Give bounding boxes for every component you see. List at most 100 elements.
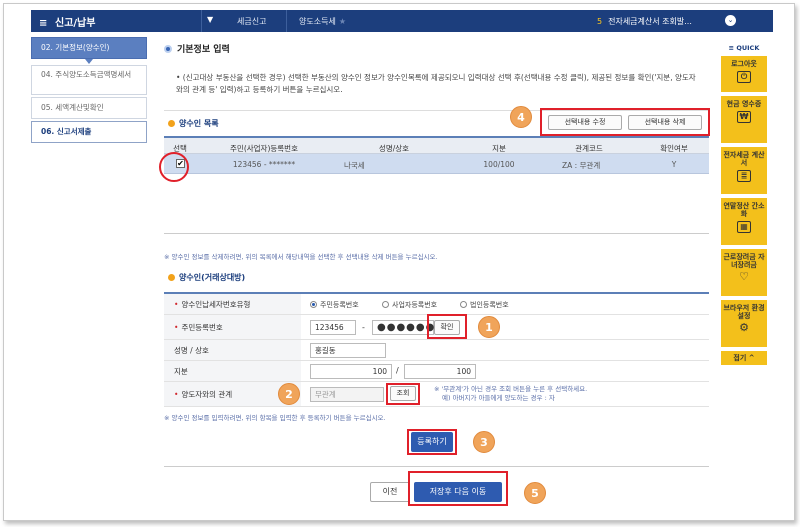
name-input[interactable]: 홍길동 <box>310 343 386 358</box>
notification-count: 5 <box>597 17 603 26</box>
quick-label: 근로장려금 자녀장려금 <box>723 253 765 269</box>
step-stock-transfer[interactable]: 04. 주식양도소득금액명세서 <box>31 65 147 95</box>
confirm-button[interactable]: 확인 <box>434 320 460 335</box>
row-resident-id: • 주민등록번호 123456 - ●●●●●●● 확인 1 <box>164 314 709 340</box>
quick-label: 연말정산 간소화 <box>723 202 765 218</box>
cell-id: 123456 - ******* <box>232 160 296 169</box>
quick-label: 전자세금 계산서 <box>723 151 765 167</box>
register-button[interactable]: 등록하기 <box>411 432 453 452</box>
step-submit[interactable]: 06. 신고서제출 <box>31 121 147 143</box>
annotation-badge-1: 1 <box>478 316 500 338</box>
annotation-badge-3: 3 <box>473 431 495 453</box>
save-next-button[interactable]: 저장후 다음 이동 <box>414 482 502 502</box>
row-name: 성명 / 상호 홍길동 <box>164 340 709 361</box>
step-basic-info[interactable]: 02. 기본정보(양수인) <box>31 37 147 59</box>
share-numerator-input[interactable]: 100 <box>310 364 392 379</box>
quick-incentive[interactable]: 근로장려금 자녀장려금 ♡ <box>721 249 767 296</box>
radio-label: 법인등록번호 <box>470 301 509 309</box>
quick-logout[interactable]: 로그아웃 ⏻ <box>721 56 767 92</box>
id-back-input[interactable]: ●●●●●●● <box>372 320 444 335</box>
annotation-badge-5: 5 <box>524 482 546 504</box>
cell-confirmed: Y <box>671 160 677 169</box>
section-bullet-icon <box>168 120 175 127</box>
window-frame: ≡ 신고/납부 ▼ 세금신고 양도소득세 ★ 5 전자세금계산서 조회발... ⌄ 0… <box>3 3 795 521</box>
notice-text: • (신고대상 부동산을 선택한 경우) 선택한 부동산의 양수인 정보가 양수… <box>176 73 696 94</box>
radio-selected-icon <box>310 301 317 308</box>
radio-corporate-id[interactable]: 법인등록번호 <box>460 300 509 310</box>
id-dash: - <box>362 323 365 332</box>
quick-browser-settings[interactable]: 브라우저 환경설정 ⚙ <box>721 300 767 347</box>
cell-name: 나국세 <box>344 161 365 170</box>
label-id-type: • 양수인납세자번호유형 <box>164 294 301 314</box>
relation-hint-line2: 예) 아버지가 아들에게 양도하는 경우 : 자 <box>442 394 555 402</box>
id-front-input[interactable]: 123456 <box>310 320 356 335</box>
delete-selected-button[interactable]: 선택내용 삭제 <box>628 115 702 130</box>
table-row[interactable]: ✔ 123456 - ******* 나국세 100/100 ZA : 무관계 … <box>164 154 709 174</box>
breadcrumb-tax-return[interactable]: 세금신고 <box>237 16 266 27</box>
logout-icon: ⏻ <box>737 71 751 83</box>
menu-button[interactable]: ≡ 신고/납부 <box>39 14 95 29</box>
step-navigation: 02. 기본정보(양수인) 04. 주식양도소득금액명세서 05. 세액계산및확… <box>31 37 147 145</box>
cell-relation: ZA : 무관계 <box>562 161 601 170</box>
quick-year-end[interactable]: 연말정산 간소화 ▦ <box>721 198 767 245</box>
quick-label: 로그아웃 <box>731 60 757 68</box>
page-title: 기본정보 입력 <box>164 42 230 55</box>
breadcrumb-label: 양도소득세 <box>299 17 336 26</box>
annotation-badge-2: 2 <box>278 383 300 405</box>
receipt-icon: ₩ <box>737 111 751 123</box>
chevron-down-icon[interactable]: ⌄ <box>725 15 736 26</box>
form-heading: 양수인(거래상대방) <box>168 272 245 283</box>
invoice-icon: ≣ <box>737 170 751 182</box>
label-text: 주민등록번호 <box>181 323 223 332</box>
highlight-circle <box>159 152 189 182</box>
hamburger-icon: ≡ <box>39 18 48 29</box>
step-arrow-icon <box>85 59 93 64</box>
col-share: 지분 <box>492 144 506 153</box>
row-id-type: • 양수인납세자번호유형 주민등록번호 사업자등록번호 법인등록번호 <box>164 294 709 315</box>
share-denominator-input[interactable]: 100 <box>404 364 476 379</box>
radio-icon <box>460 301 467 308</box>
radio-icon <box>382 301 389 308</box>
radio-business-id[interactable]: 사업자등록번호 <box>382 300 437 310</box>
quick-cash-receipt[interactable]: 현금 영수증 ₩ <box>721 96 767 143</box>
lookup-button[interactable]: 조회 <box>390 386 416 401</box>
list-heading: 양수인 목록 <box>168 118 219 129</box>
menu-label: 신고/납부 <box>55 18 96 29</box>
prev-button[interactable]: 이전 <box>370 482 410 502</box>
col-confirmed: 확인여부 <box>660 144 688 153</box>
share-slash: / <box>396 366 399 375</box>
radio-label: 주민등록번호 <box>320 301 359 309</box>
quick-e-invoice[interactable]: 전자세금 계산서 ≣ <box>721 147 767 194</box>
relation-input[interactable]: 무관계 <box>310 387 384 402</box>
notification-dropdown[interactable]: 5 전자세금계산서 조회발... ⌄ <box>597 15 736 27</box>
transferee-form: • 양수인납세자번호유형 주민등록번호 사업자등록번호 법인등록번호 • 주민등록번… <box>164 292 709 407</box>
radio-label: 사업자등록번호 <box>392 301 438 309</box>
delete-note: ※ 양수인 정보를 삭제하려면, 위의 목록에서 해당내역을 선택한 후 선택내… <box>164 253 438 261</box>
row-share: 지분 100 / 100 <box>164 361 709 382</box>
required-marker: • <box>174 300 179 309</box>
top-nav: ≡ 신고/납부 ▼ 세금신고 양도소득세 ★ 5 전자세금계산서 조회발... ⌄ <box>31 10 773 32</box>
register-note: ※ 양수인 정보를 입력하려면, 위의 항목을 입력한 후 등록하기 버튼을 누… <box>164 414 386 422</box>
label-text: 양도자와의 관계 <box>181 390 233 399</box>
label-name: 성명 / 상호 <box>164 340 301 360</box>
row-relation: • 양도자와의 관계 2 무관계 조회 ※ '무관계'가 아닌 경우 조회 버튼을… <box>164 382 709 407</box>
label-share: 지분 <box>164 361 301 381</box>
calc-icon: ▦ <box>737 221 751 233</box>
relation-hint-line1: ※ '무관계'가 아닌 경우 조회 버튼을 누른 후 선택하세요. <box>434 385 588 393</box>
step-tax-calc[interactable]: 05. 세액계산및확인 <box>31 97 147 119</box>
quick-label: 브라우저 환경설정 <box>723 304 765 320</box>
form-heading-text: 양수인(거래상대방) <box>179 273 246 282</box>
quick-collapse-button[interactable]: 접기 ^ <box>721 351 767 365</box>
star-icon[interactable]: ★ <box>339 17 346 26</box>
gear-icon: ⚙ <box>739 321 749 334</box>
caret-down-icon[interactable]: ▼ <box>207 15 213 24</box>
col-relation: 관계코드 <box>575 144 603 153</box>
divider <box>286 10 287 32</box>
divider <box>201 10 202 32</box>
bullet-icon <box>164 45 172 53</box>
required-marker: • <box>174 390 179 399</box>
edit-selected-button[interactable]: 선택내용 수정 <box>548 115 622 130</box>
radio-resident-id[interactable]: 주민등록번호 <box>310 300 359 310</box>
divider <box>164 466 709 467</box>
breadcrumb-capital-gains[interactable]: 양도소득세 ★ <box>299 16 346 27</box>
